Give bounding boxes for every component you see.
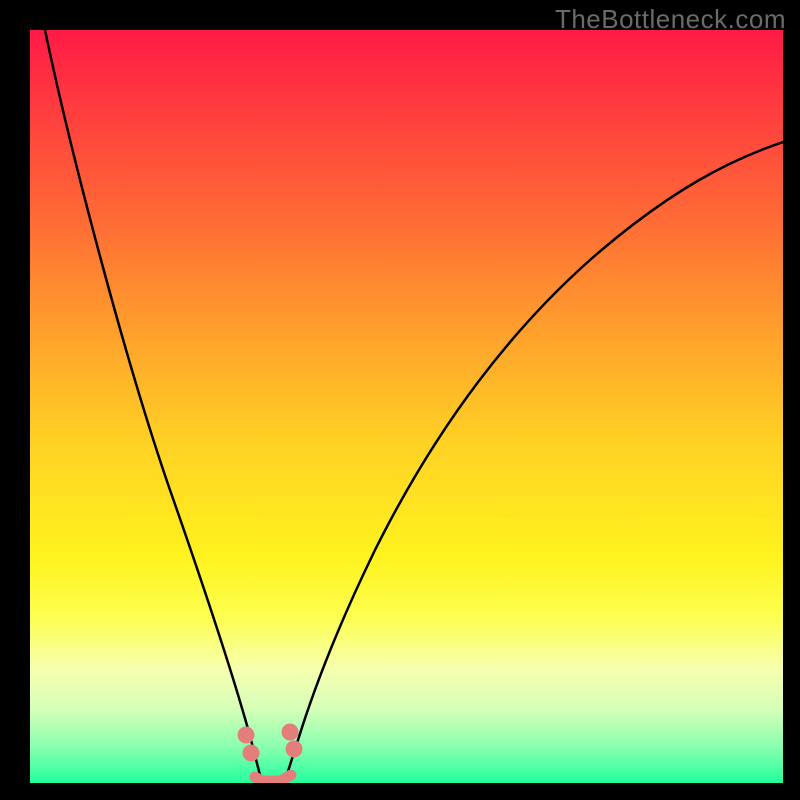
watermark-text: TheBottleneck.com xyxy=(555,4,786,35)
marker-dot xyxy=(243,745,260,762)
plot-area xyxy=(30,30,783,783)
marker-dot xyxy=(282,724,299,741)
chart-svg xyxy=(30,30,783,783)
right-curve xyxy=(284,142,783,783)
marker-pill xyxy=(284,775,291,779)
marker-dot xyxy=(286,741,303,758)
left-curve xyxy=(45,30,264,783)
marker-dot xyxy=(238,727,255,744)
outer-frame: TheBottleneck.com xyxy=(0,0,800,800)
